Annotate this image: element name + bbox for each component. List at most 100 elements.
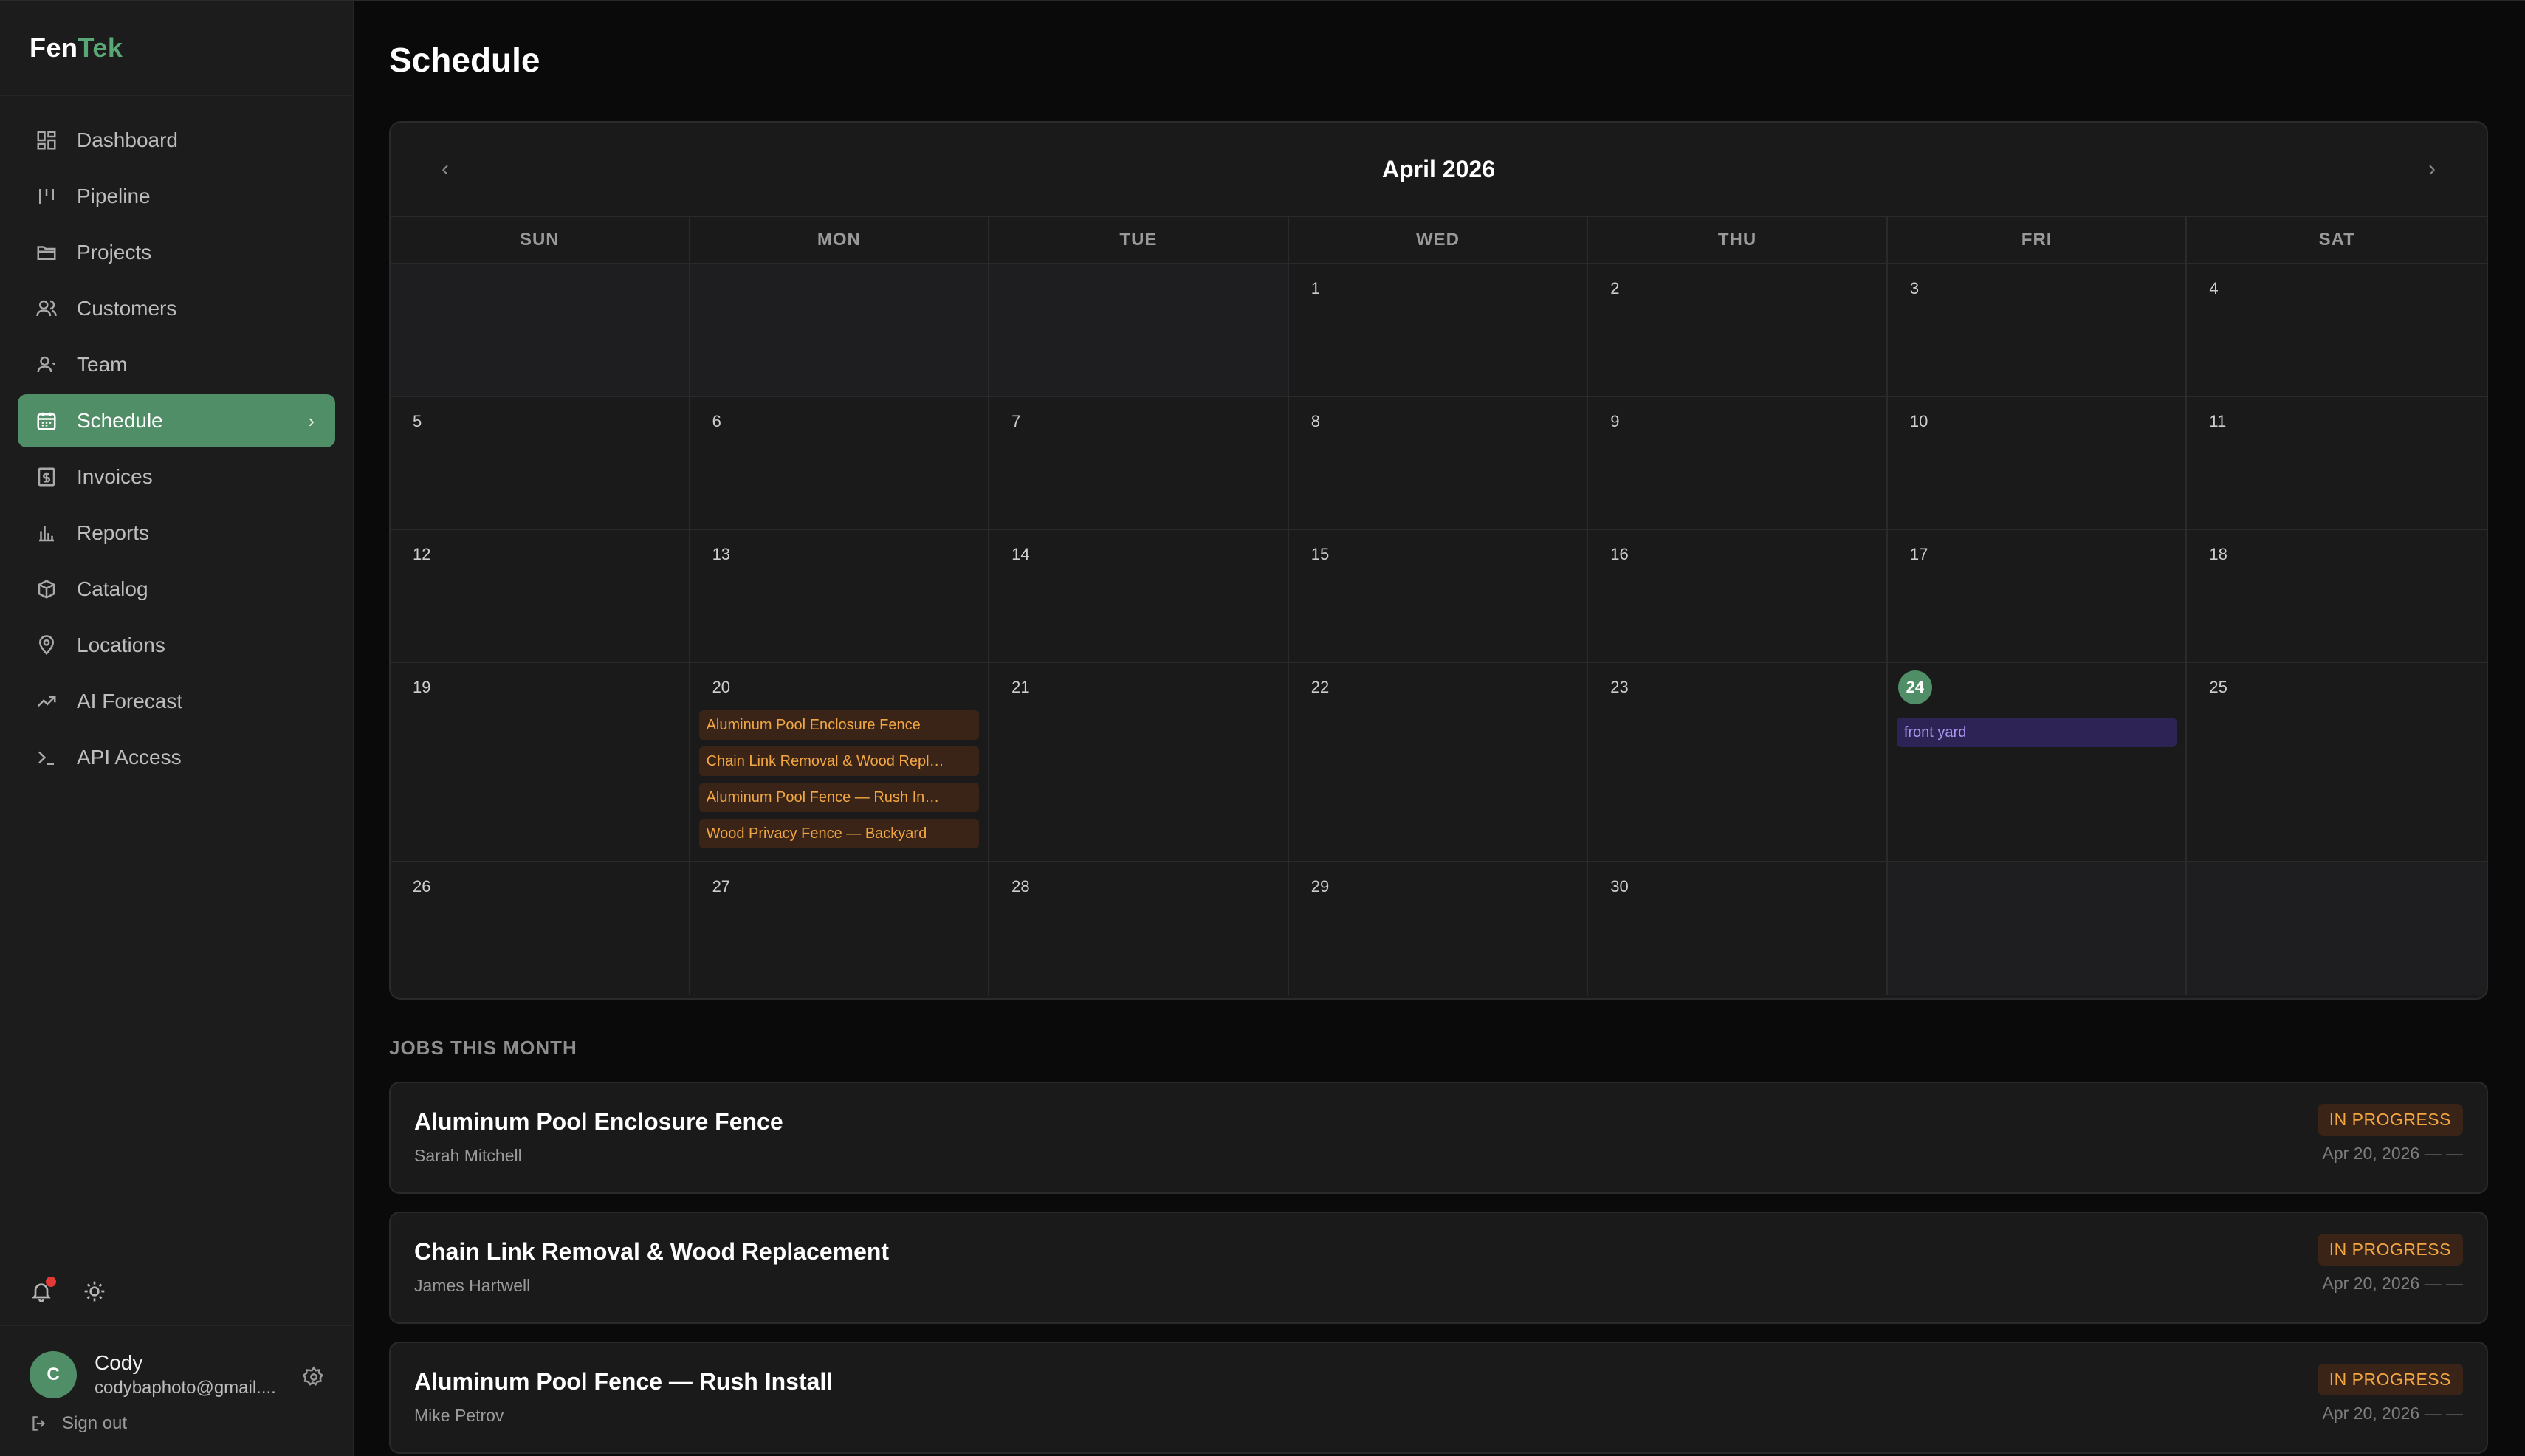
sign-out-label: Sign out <box>62 1413 128 1433</box>
day-number: 26 <box>413 877 431 896</box>
day-number: 28 <box>1011 877 1030 896</box>
sidebar-item-schedule[interactable]: Schedule › <box>18 394 335 447</box>
weekday-label: SAT <box>2318 230 2355 250</box>
chevron-right-icon: › <box>308 409 315 432</box>
calendar-event[interactable]: Aluminum Pool Fence — Rush In… <box>698 783 980 812</box>
calendar-day-21[interactable]: 21 <box>989 663 1289 862</box>
job-date: Apr 20, 2026 — — <box>2322 1144 2464 1163</box>
map-pin-icon <box>35 634 58 656</box>
user-info: Cody codybaphoto@gmail.... <box>95 1351 276 1398</box>
sidebar-item-customers[interactable]: Customers <box>18 282 335 335</box>
calendar-day-empty <box>690 264 990 397</box>
calendar-day-16[interactable]: 16 <box>1588 530 1888 663</box>
calendar-day-3[interactable]: 3 <box>1887 264 2188 397</box>
calendar-day-empty <box>391 264 690 397</box>
brand-logo-part1: Fen <box>30 32 78 63</box>
calendar-event[interactable]: Aluminum Pool Enclosure Fence <box>698 710 980 740</box>
calendar-day-8[interactable]: 8 <box>1288 397 1589 530</box>
sun-icon[interactable] <box>83 1280 106 1303</box>
calendar-day-11[interactable]: 11 <box>2187 397 2487 530</box>
job-title: Aluminum Pool Enclosure Fence <box>414 1108 783 1135</box>
sidebar-item-projects[interactable]: Projects <box>18 226 335 279</box>
calendar-event-label: Aluminum Pool Fence — Rush In… <box>706 789 940 806</box>
sidebar-footer: C Cody codybaphoto@gmail.... Sign out <box>0 1258 353 1456</box>
sidebar-item-invoices[interactable]: Invoices <box>18 450 335 504</box>
calendar-day-22[interactable]: 22 <box>1288 663 1589 862</box>
sidebar-item-label: Customers <box>77 297 177 320</box>
calendar-day-24[interactable]: 24 front yard <box>1887 663 2188 862</box>
user-email: codybaphoto@gmail.... <box>95 1378 276 1398</box>
calendar-event[interactable]: Wood Privacy Fence — Backyard <box>698 819 980 848</box>
sidebar-nav: Dashboard Pipeline Projects Customers Team Sc… <box>0 96 353 787</box>
sidebar-item-reports[interactable]: Reports <box>18 506 335 560</box>
calendar-day-13[interactable]: 13 <box>690 530 990 663</box>
day-number: 5 <box>413 412 422 430</box>
avatar: C <box>30 1351 77 1398</box>
sidebar-item-label: Team <box>77 353 128 376</box>
box-icon <box>35 578 58 600</box>
sidebar-item-ai-forecast[interactable]: AI Forecast <box>18 675 335 728</box>
sidebar-item-label: Pipeline <box>77 185 151 207</box>
prev-month-button[interactable]: ‹ <box>438 157 453 182</box>
job-card[interactable]: Chain Link Removal & Wood Replacement Jam… <box>389 1212 2488 1324</box>
sidebar-item-pipeline[interactable]: Pipeline <box>18 170 335 223</box>
calendar-day-6[interactable]: 6 <box>690 397 990 530</box>
calendar-day-2[interactable]: 2 <box>1588 264 1888 397</box>
day-number: 11 <box>2209 412 2227 430</box>
calendar-day-12[interactable]: 12 <box>391 530 690 663</box>
calendar-day-4[interactable]: 4 <box>2187 264 2487 397</box>
job-customer: Sarah Mitchell <box>414 1146 522 1165</box>
calendar-event[interactable]: Chain Link Removal & Wood Repl… <box>698 746 980 776</box>
sign-out-link[interactable]: Sign out <box>0 1413 353 1456</box>
job-card[interactable]: Aluminum Pool Fence — Rush Install Mike P… <box>389 1342 2488 1454</box>
calendar-day-18[interactable]: 18 <box>2187 530 2487 663</box>
weekday-label: TUE <box>989 217 1289 263</box>
calendar-day-empty <box>1887 862 2188 995</box>
calendar-day-5[interactable]: 5 <box>391 397 690 530</box>
folder-icon <box>35 241 58 264</box>
calendar-day-7[interactable]: 7 <box>989 397 1289 530</box>
calendar-day-25[interactable]: 25 <box>2187 663 2487 862</box>
job-date: Apr 20, 2026 — — <box>2322 1404 2464 1423</box>
calendar-day-29[interactable]: 29 <box>1289 862 1589 995</box>
day-number: 22 <box>1310 678 1330 696</box>
sidebar-item-catalog[interactable]: Catalog <box>18 563 335 616</box>
app-window: Fen Tek Dashboard Pipeline Projects Customer… <box>0 0 2525 1456</box>
calendar-day-23[interactable]: 23 <box>1588 663 1888 862</box>
brand-logo[interactable]: Fen Tek <box>0 1 353 96</box>
calendar-grid: 1 2 3 4 5 6 7 8 9 10 11 12 13 14 15 16 17 18 19 20 Aluminum … <box>391 264 2487 995</box>
day-number: 2 <box>1610 279 1620 298</box>
user-profile[interactable]: C Cody codybaphoto@gmail.... <box>0 1326 353 1413</box>
sidebar-item-api-access[interactable]: API Access <box>18 731 335 784</box>
calendar-day-1[interactable]: 1 <box>1288 264 1589 397</box>
calendar-day-20[interactable]: 20 Aluminum Pool Enclosure Fence Chain Lin… <box>690 663 990 862</box>
job-card[interactable]: Aluminum Pool Enclosure Fence Sarah Mitch… <box>389 1082 2488 1194</box>
calendar-day-30[interactable]: 30 <box>1588 862 1888 995</box>
sidebar-item-dashboard[interactable]: Dashboard <box>18 114 335 167</box>
sidebar-item-team[interactable]: Team <box>18 338 335 391</box>
day-number: 30 <box>1610 877 1629 896</box>
calendar-day-28[interactable]: 28 <box>989 862 1289 995</box>
calendar-day-14[interactable]: 14 <box>989 530 1289 663</box>
calendar-day-9[interactable]: 9 <box>1588 397 1888 530</box>
sidebar-item-locations[interactable]: Locations <box>18 619 335 672</box>
team-icon <box>35 354 58 376</box>
calendar-day-26[interactable]: 26 <box>391 862 690 995</box>
calendar-day-empty <box>2187 862 2487 995</box>
calendar-day-19[interactable]: 19 <box>391 663 690 862</box>
status-badge: IN PROGRESS <box>2317 1364 2463 1395</box>
calendar-event[interactable]: front yard <box>1896 718 2177 747</box>
next-month-button[interactable]: › <box>2425 157 2439 182</box>
job-customer: James Hartwell <box>414 1276 531 1295</box>
bell-icon[interactable] <box>30 1277 56 1303</box>
calendar-day-27[interactable]: 27 <box>690 862 990 995</box>
day-number: 20 <box>712 678 731 696</box>
day-number: 18 <box>2209 545 2227 563</box>
calendar-day-15[interactable]: 15 <box>1288 530 1589 663</box>
weekday-label: WED <box>1289 217 1589 263</box>
gear-icon[interactable] <box>302 1366 325 1388</box>
calendar-day-10[interactable]: 10 <box>1887 397 2188 530</box>
sidebar-item-label: Schedule <box>77 409 163 432</box>
calendar-day-17[interactable]: 17 <box>1887 530 2188 663</box>
day-number: 16 <box>1610 545 1629 563</box>
